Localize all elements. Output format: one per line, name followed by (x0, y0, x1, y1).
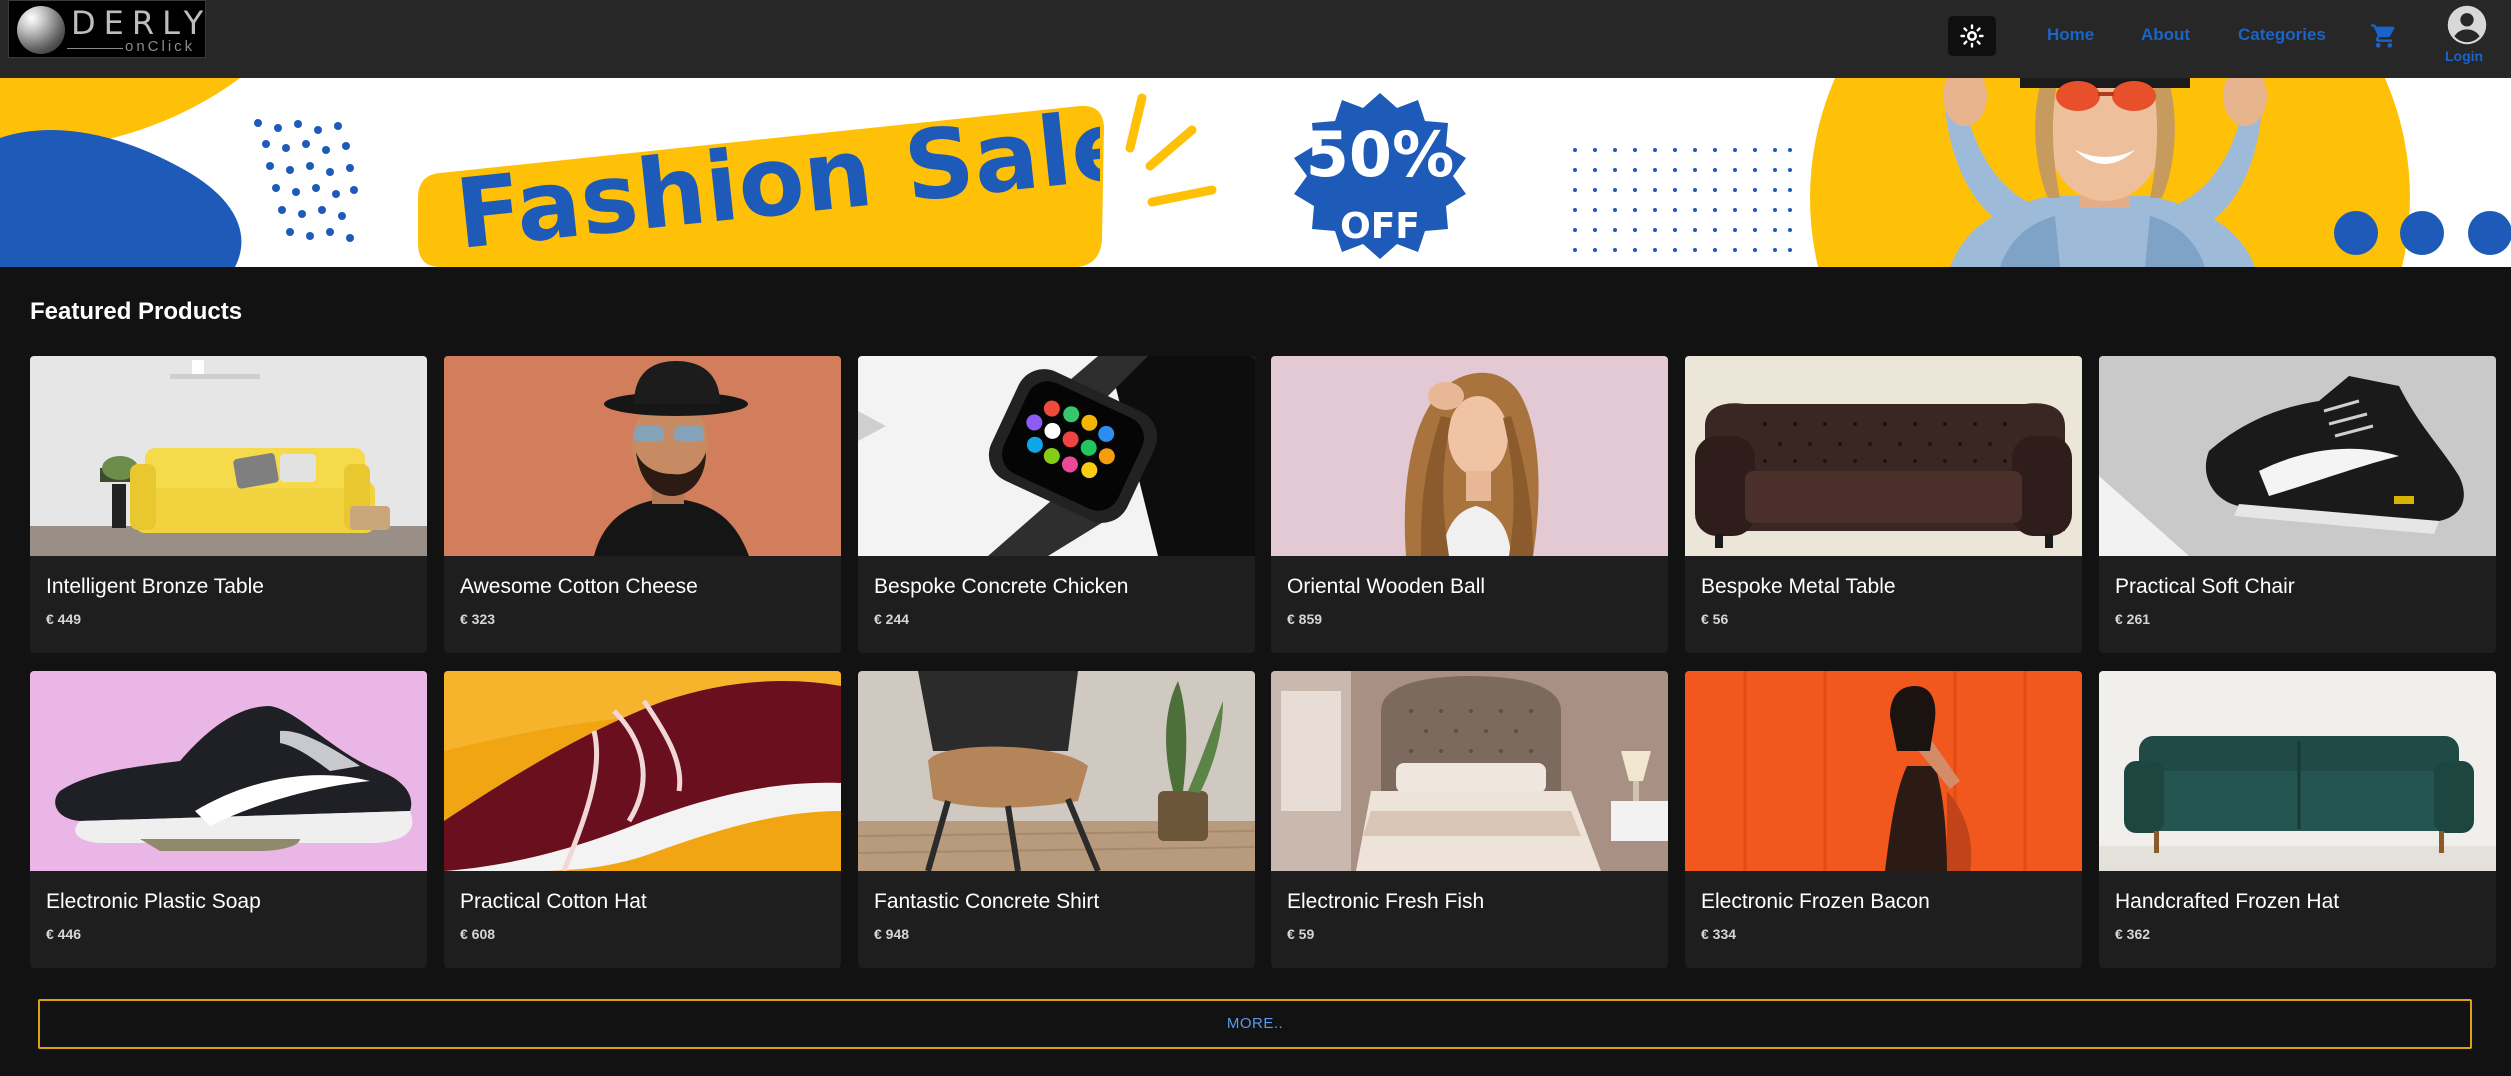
account-circle-icon (2447, 5, 2487, 45)
badge-percent: 50% (1306, 118, 1454, 191)
product-price: € 323 (460, 611, 496, 627)
product-image-man-in-hat[interactable] (444, 356, 841, 556)
product-price: € 449 (46, 611, 82, 627)
product-card[interactable]: Bespoke Metal Table € 56 (1685, 356, 2082, 653)
product-price: € 56 (1701, 611, 1729, 627)
banner-discount-badge: 50% OFF (1306, 118, 1454, 247)
banner-headline-layer: Fashion Sale (451, 88, 1100, 267)
login-button[interactable]: Login (2444, 4, 2490, 66)
sun-icon (1960, 24, 1984, 48)
product-price: € 859 (1287, 611, 1323, 627)
logo-main-text: DERLY (71, 4, 212, 42)
product-price: € 334 (1701, 926, 1737, 942)
nav-home-link[interactable]: Home (2047, 25, 2094, 45)
product-image-green-sofa[interactable] (2099, 671, 2496, 871)
product-image-smartwatch[interactable] (858, 356, 1255, 556)
product-name[interactable]: Handcrafted Frozen Hat (2115, 890, 2339, 914)
nav-about-link[interactable]: About (2141, 25, 2190, 45)
login-label: Login (2445, 48, 2484, 64)
logo-circle-icon (17, 6, 65, 54)
product-name[interactable]: Intelligent Bronze Table (46, 575, 264, 599)
cart-icon[interactable] (2370, 22, 2398, 50)
product-name[interactable]: Practical Soft Chair (2115, 575, 2295, 599)
logo-sub-text: onClick (125, 38, 196, 55)
product-price: € 261 (2115, 611, 2151, 627)
product-image-chair[interactable] (858, 671, 1255, 871)
product-name[interactable]: Bespoke Concrete Chicken (874, 575, 1128, 599)
product-price: € 446 (46, 926, 82, 942)
product-card[interactable]: Handcrafted Frozen Hat € 362 (2099, 671, 2496, 968)
product-image-maroon-sneaker[interactable] (444, 671, 841, 871)
product-card[interactable]: Oriental Wooden Ball € 859 (1271, 356, 1668, 653)
badge-off: OFF (1340, 206, 1420, 247)
banner-headline: Fashion Sale (451, 88, 1100, 267)
product-price: € 244 (874, 611, 910, 627)
product-name[interactable]: Practical Cotton Hat (460, 890, 647, 914)
product-price: € 948 (874, 926, 910, 942)
product-image-woman-orange-wall[interactable] (1685, 671, 2082, 871)
product-card[interactable]: Electronic Frozen Bacon € 334 (1685, 671, 2082, 968)
product-price: € 362 (2115, 926, 2151, 942)
theme-toggle-button[interactable] (1948, 16, 1996, 56)
product-name[interactable]: Electronic Fresh Fish (1287, 890, 1484, 914)
product-card[interactable]: Practical Soft Chair € 261 (2099, 356, 2496, 653)
nav-categories-link[interactable]: Categories (2238, 25, 2326, 45)
product-image-woman-portrait[interactable] (1271, 356, 1668, 556)
product-image-leather-sofa[interactable] (1685, 356, 2082, 556)
top-navbar: DERLY onClick Home About Categories Logi… (0, 0, 2511, 78)
logo-underline (67, 48, 123, 49)
product-price: € 59 (1287, 926, 1315, 942)
brand-logo[interactable]: DERLY onClick (8, 0, 206, 58)
product-card[interactable]: Intelligent Bronze Table € 449 (30, 356, 427, 653)
product-image-bed[interactable] (1271, 671, 1668, 871)
product-card[interactable]: Electronic Plastic Soap € 446 (30, 671, 427, 968)
product-card[interactable]: Electronic Fresh Fish € 59 (1271, 671, 1668, 968)
featured-products-title: Featured Products (30, 298, 243, 325)
product-card[interactable]: Practical Cotton Hat € 608 (444, 671, 841, 968)
product-card[interactable]: Awesome Cotton Cheese € 323 (444, 356, 841, 653)
product-image-black-sneaker[interactable] (2099, 356, 2496, 556)
product-name[interactable]: Bespoke Metal Table (1701, 575, 1896, 599)
product-name[interactable]: Awesome Cotton Cheese (460, 575, 698, 599)
product-card[interactable]: Fantastic Concrete Shirt € 948 (858, 671, 1255, 968)
more-products-button[interactable]: MORE.. (38, 999, 2472, 1049)
product-name[interactable]: Fantastic Concrete Shirt (874, 890, 1099, 914)
product-price: € 608 (460, 926, 496, 942)
product-card[interactable]: Bespoke Concrete Chicken € 244 (858, 356, 1255, 653)
product-image-yellow-sofa[interactable] (30, 356, 427, 556)
product-name[interactable]: Electronic Plastic Soap (46, 890, 261, 914)
product-image-running-shoe[interactable] (30, 671, 427, 871)
product-name[interactable]: Oriental Wooden Ball (1287, 575, 1485, 599)
product-name[interactable]: Electronic Frozen Bacon (1701, 890, 1930, 914)
promo-banner[interactable]: Fashion Sale 50% OFF (0, 78, 2511, 267)
